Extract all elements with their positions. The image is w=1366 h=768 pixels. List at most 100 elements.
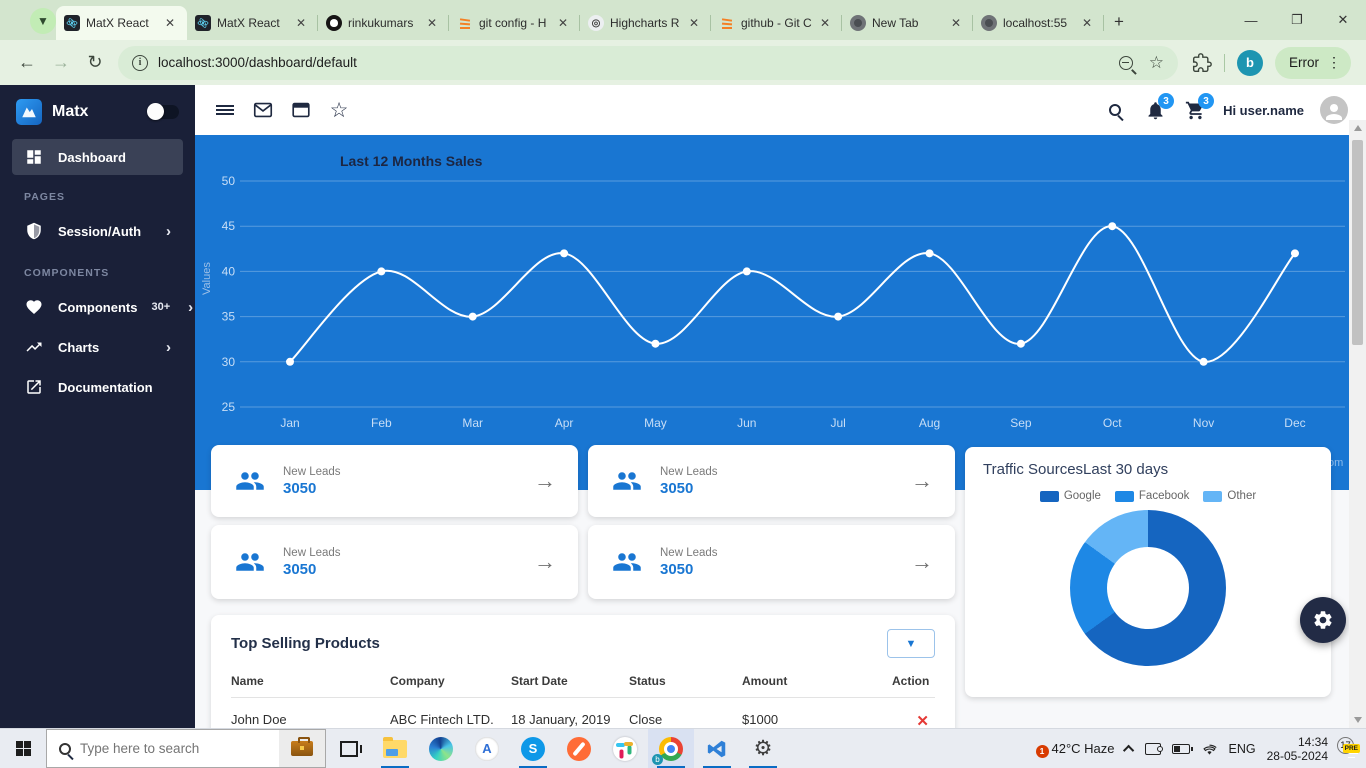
sidebar-item-dashboard[interactable]: Dashboard: [12, 139, 183, 175]
tab-close-icon[interactable]: ✕: [816, 14, 834, 32]
taskbar-edge[interactable]: [418, 729, 464, 768]
preview-badge: PRE: [1343, 744, 1360, 753]
svg-text:Mar: Mar: [462, 416, 483, 430]
search-icon[interactable]: [1103, 98, 1127, 122]
new-tab-button[interactable]: +: [1114, 12, 1124, 32]
sidebar-item-components[interactable]: Components 30+ ›: [0, 287, 195, 327]
taskbar-vscode[interactable]: [694, 729, 740, 768]
tab-close-icon[interactable]: ✕: [423, 14, 441, 32]
tab-close-icon[interactable]: ✕: [292, 14, 310, 32]
error-label: Error: [1289, 55, 1319, 70]
mail-icon[interactable]: [251, 98, 275, 122]
taskbar-settings[interactable]: ⚙: [740, 729, 786, 768]
arrow-right-icon[interactable]: →: [534, 549, 556, 575]
metric-card-new-leads[interactable]: New Leads3050 →: [588, 445, 955, 517]
battery-icon[interactable]: [1172, 744, 1190, 754]
url-text: localhost:3000/dashboard/default: [158, 55, 1119, 70]
tab-close-icon[interactable]: ✕: [685, 14, 703, 32]
browser-tab[interactable]: ◎ Highcharts R ✕: [580, 6, 711, 40]
browser-profile-avatar[interactable]: b: [1237, 50, 1263, 76]
notifications-bell-icon[interactable]: 3: [1143, 98, 1167, 122]
tab-title: github - Git C: [741, 16, 816, 30]
start-button[interactable]: [0, 729, 46, 768]
launch-icon: [24, 378, 44, 396]
chevron-right-icon: ›: [188, 299, 193, 316]
tab-close-icon[interactable]: ✕: [161, 14, 179, 32]
edge-icon: [429, 737, 453, 761]
back-icon[interactable]: ←: [10, 52, 44, 73]
sidebar-mode-toggle[interactable]: [149, 105, 179, 119]
reload-icon[interactable]: ↻: [78, 52, 112, 73]
arrow-right-icon[interactable]: →: [911, 468, 933, 494]
scroll-up-icon[interactable]: [1354, 125, 1362, 131]
taskbar-dev-tool[interactable]: A: [464, 729, 510, 768]
bookmark-star-icon[interactable]: ☆: [1149, 53, 1164, 73]
brand: Matx: [0, 85, 195, 139]
arrow-right-icon[interactable]: →: [534, 468, 556, 494]
arrow-right-icon[interactable]: →: [911, 549, 933, 575]
scrollbar-thumb[interactable]: [1352, 140, 1363, 345]
browser-tab[interactable]: github - Git C ✕: [711, 6, 842, 40]
forward-icon[interactable]: →: [44, 52, 78, 73]
address-bar[interactable]: i localhost:3000/dashboard/default ☆: [118, 46, 1178, 80]
extensions-puzzle-icon[interactable]: [1192, 53, 1212, 73]
group-people-icon: [233, 466, 267, 496]
slack-icon: [613, 737, 637, 761]
taskbar-skype[interactable]: S: [510, 729, 556, 768]
taskbar-clock[interactable]: 14:34 28-05-2024: [1267, 735, 1328, 763]
tray-chevron-up-icon[interactable]: [1122, 744, 1133, 755]
table-row[interactable]: John Doe ABC Fintech LTD. 18 January, 20…: [231, 698, 935, 728]
star-outline-icon[interactable]: ☆: [327, 98, 351, 122]
browser-menu-button[interactable]: Error ⋮: [1275, 47, 1351, 79]
menu-hamburger-icon[interactable]: [213, 98, 237, 122]
taskbar-search-input[interactable]: [80, 741, 250, 756]
sidebar-item-session-auth[interactable]: Session/Auth ›: [0, 211, 195, 251]
svg-text:May: May: [644, 416, 667, 430]
metric-card-new-leads[interactable]: New Leads3050 →: [211, 525, 578, 599]
window-close-button[interactable]: ✕: [1320, 0, 1366, 40]
scroll-down-icon[interactable]: [1354, 717, 1362, 723]
zoom-out-icon[interactable]: [1119, 56, 1133, 70]
sidebar-item-charts[interactable]: Charts ›: [0, 327, 195, 367]
window-restore-button[interactable]: ❐: [1274, 0, 1320, 40]
avatar[interactable]: [1320, 96, 1348, 124]
window-minimize-button[interactable]: —: [1228, 0, 1274, 40]
language-indicator[interactable]: ENG: [1229, 742, 1256, 756]
taskbar-slack[interactable]: [602, 729, 648, 768]
svg-text:Feb: Feb: [371, 416, 392, 430]
screen-cast-icon[interactable]: [1145, 743, 1161, 755]
tab-search-button[interactable]: ▼: [30, 8, 56, 34]
taskbar-chrome[interactable]: b: [648, 729, 694, 768]
svg-text:Apr: Apr: [555, 416, 574, 430]
gear-icon: ⚙: [754, 738, 773, 759]
tab-title: localhost:55: [1003, 16, 1078, 30]
task-view-button[interactable]: [326, 729, 372, 768]
page-scrollbar[interactable]: [1349, 120, 1366, 728]
site-info-icon[interactable]: i: [132, 55, 148, 71]
tab-close-icon[interactable]: ✕: [947, 14, 965, 32]
briefcase-button[interactable]: [279, 730, 325, 767]
metric-card-new-leads[interactable]: New Leads3050 →: [588, 525, 955, 599]
weather-text[interactable]: 42°C Haze: [1052, 741, 1115, 756]
taskbar-file-explorer[interactable]: [372, 729, 418, 768]
browser-tab[interactable]: localhost:55 ✕: [973, 6, 1104, 40]
taskbar-search-box[interactable]: [46, 729, 326, 768]
table-title: Top Selling Products: [231, 635, 380, 652]
browser-tab[interactable]: rinkukumars ✕: [318, 6, 449, 40]
wifi-icon[interactable]: [1201, 742, 1218, 756]
metric-card-new-leads[interactable]: New Leads3050 →: [211, 445, 578, 517]
browser-tab[interactable]: MatX React ✕: [187, 6, 318, 40]
browser-tab[interactable]: git config - H ✕: [449, 6, 580, 40]
notification-count-badge: 3: [1158, 93, 1174, 109]
web-window-icon[interactable]: [289, 98, 313, 122]
delete-row-icon[interactable]: ✕: [892, 712, 935, 728]
tab-close-icon[interactable]: ✕: [1078, 14, 1096, 32]
browser-tab[interactable]: New Tab ✕: [842, 6, 973, 40]
theme-settings-fab[interactable]: [1300, 597, 1346, 643]
table-filter-dropdown[interactable]: ▼: [887, 629, 935, 658]
browser-tab[interactable]: MatX React ✕: [56, 6, 187, 40]
cart-icon[interactable]: 3: [1183, 98, 1207, 122]
tab-close-icon[interactable]: ✕: [554, 14, 572, 32]
taskbar-postman[interactable]: [556, 729, 602, 768]
sidebar-item-documentation[interactable]: Documentation: [0, 367, 195, 407]
